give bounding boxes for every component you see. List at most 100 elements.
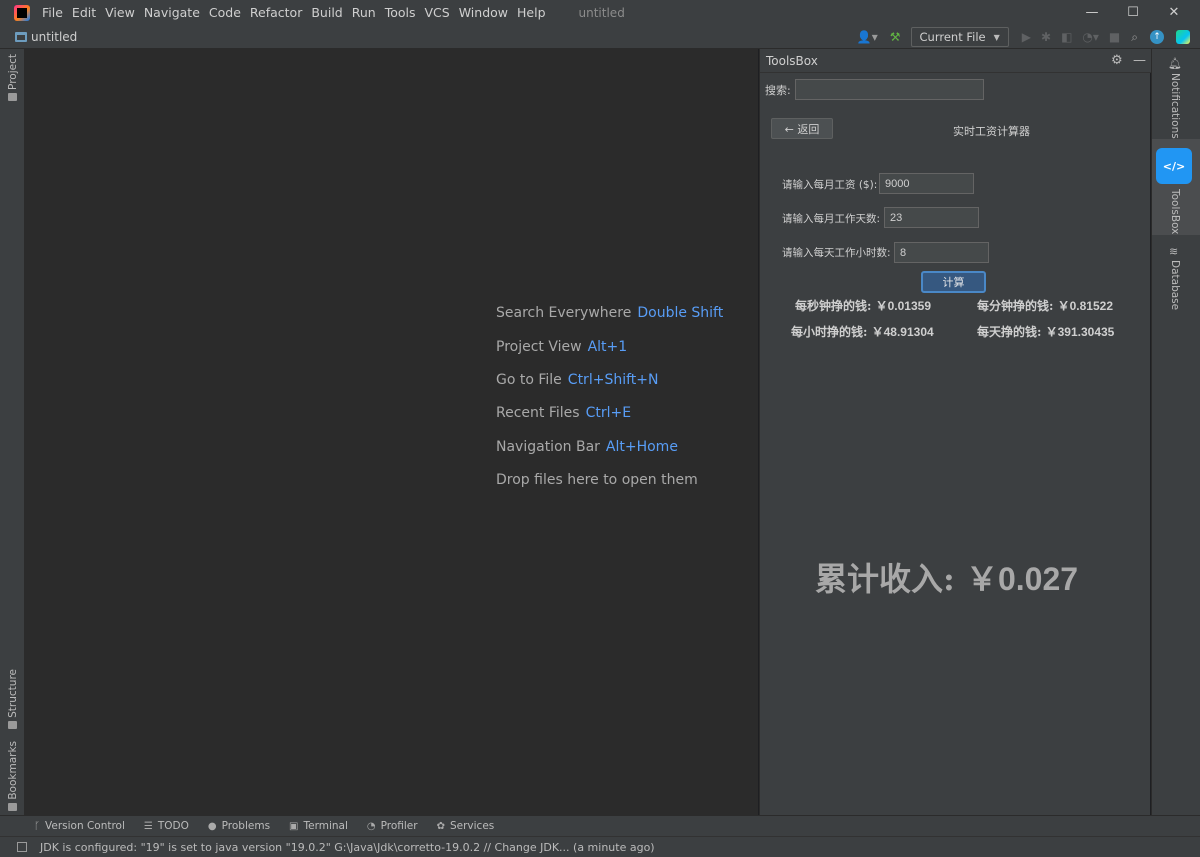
project-tool-label: Project [6, 54, 19, 90]
result-value: ￥48.91304 [871, 325, 934, 339]
run-config-selector[interactable]: Current File ▼ [910, 27, 1009, 47]
back-button[interactable]: ← 返回 [771, 118, 833, 139]
services-icon: ✿ [436, 820, 445, 832]
project-tool-tab[interactable]: Project [0, 54, 25, 104]
structure-tool-label: Structure [6, 669, 19, 718]
bookmark-icon [8, 802, 17, 811]
tab-version-control[interactable]: ᚴ Version Control [34, 820, 125, 832]
info-icon: ● [207, 820, 217, 832]
menu-view[interactable]: View [105, 5, 135, 20]
result-label: 每小时挣的钱: [791, 325, 872, 339]
breadcrumb-project[interactable]: untitled [31, 30, 77, 44]
per-second-result: 每秒钟挣的钱: ￥0.01359 [795, 297, 931, 314]
tab-problems[interactable]: ● Problems [208, 820, 270, 832]
work-days-input[interactable] [884, 207, 979, 228]
gear-icon[interactable]: ⚙ [1111, 53, 1123, 68]
window-title: untitled [578, 5, 625, 20]
stop-icon[interactable]: ■ [1109, 30, 1120, 44]
editor-area[interactable]: Search Everywhere Double Shift Project Vi… [25, 49, 758, 815]
hint-drop-files: Drop files here to open them [496, 472, 698, 488]
menu-help[interactable]: Help [517, 5, 546, 20]
work-hours-input[interactable] [894, 242, 989, 263]
calculate-button[interactable]: 计算 [921, 271, 986, 293]
hint-recent-files: Recent Files Ctrl+E [496, 405, 631, 421]
update-icon[interactable]: ↑ [1150, 30, 1164, 44]
user-icon[interactable]: 👤▾ [857, 30, 878, 44]
debug-icon[interactable]: ✱ [1041, 30, 1051, 44]
tab-label: Services [449, 820, 495, 832]
tab-label: Terminal [303, 820, 348, 832]
tab-terminal[interactable]: ▣ Terminal [289, 820, 348, 832]
result-value: ￥391.30435 [1045, 325, 1115, 339]
search-icon[interactable]: ⌕ [1131, 30, 1138, 45]
run-icon[interactable]: ▶ [1022, 30, 1031, 44]
chevron-down-icon: ▼ [993, 32, 1000, 42]
hint-navigation-bar: Navigation Bar Alt+Home [496, 439, 678, 455]
terminal-icon: ▣ [289, 820, 299, 832]
menu-navigate[interactable]: Navigate [144, 5, 200, 20]
database-tool-tab[interactable]: Database [1169, 260, 1181, 310]
hint-shortcut: Double Shift [637, 305, 724, 321]
hint-label: Navigation Bar [496, 439, 600, 455]
tab-services[interactable]: ✿ Services [437, 820, 495, 832]
toolsbox-panel: ToolsBox ⚙ — 搜索: ← 返回 实时工资计算器 请输入每月工资 ($… [759, 49, 1151, 815]
tab-profiler[interactable]: ◔ Profiler [367, 820, 418, 832]
build-hammer-icon[interactable]: ⚒ [890, 30, 901, 44]
total-income: 累计收入: ￥0.027 [815, 554, 1078, 600]
hint-shortcut: Alt+Home [605, 439, 678, 455]
menu-tools[interactable]: Tools [385, 5, 416, 20]
per-hour-result: 每小时挣的钱: ￥48.91304 [791, 323, 934, 340]
layout-toggle-icon[interactable] [17, 842, 27, 852]
status-message[interactable]: JDK is configured: "19" is set to java v… [40, 841, 655, 854]
tab-label: Version Control [45, 820, 125, 832]
hint-go-to-file: Go to File Ctrl+Shift+N [496, 372, 658, 388]
tab-label: TODO [157, 820, 189, 832]
coverage-icon[interactable]: ◧ [1061, 30, 1072, 44]
minimize-icon[interactable]: — [1072, 0, 1112, 25]
menu-refactor[interactable]: Refactor [250, 5, 302, 20]
maximize-icon[interactable]: ☐ [1113, 0, 1153, 25]
toolsbox-code-icon[interactable]: </> [1156, 148, 1192, 184]
menu-edit[interactable]: Edit [72, 5, 96, 20]
menu-run[interactable]: Run [352, 5, 376, 20]
project-folder-icon [15, 31, 27, 42]
menu-window[interactable]: Window [459, 5, 508, 20]
status-bar: JDK is configured: "19" is set to java v… [0, 836, 1200, 857]
intellij-logo-icon [14, 4, 30, 21]
per-minute-result: 每分钟挣的钱: ￥0.81522 [977, 297, 1113, 314]
right-tool-strip: 🔔︎ Notifications </> ToolsBox ≋ Database [1151, 49, 1200, 815]
hint-label: Recent Files [496, 405, 580, 421]
menu-file[interactable]: File [42, 5, 63, 20]
toolsbox-header: ToolsBox ⚙ — [760, 49, 1151, 73]
bookmarks-tool-tab[interactable]: Bookmarks [0, 741, 25, 814]
work-hours-label: 请输入每天工作小时数: [782, 247, 891, 259]
monthly-salary-label: 请输入每月工资 ($): [782, 179, 878, 191]
calculator-title: 实时工资计算器 [953, 125, 1030, 138]
tab-todo[interactable]: ☰ TODO [144, 820, 189, 832]
hint-search-everywhere: Search Everywhere Double Shift [496, 305, 723, 321]
branch-icon: ᚴ [34, 820, 40, 832]
bell-icon: 🔔︎ [1168, 57, 1182, 70]
profile-icon[interactable]: ◔▾ [1082, 30, 1099, 44]
total-income-label: 累计收入: [815, 560, 966, 598]
menu-build[interactable]: Build [311, 5, 342, 20]
notifications-tool-tab[interactable]: Notifications [1169, 73, 1181, 139]
hint-label: Project View [496, 339, 582, 355]
navigation-bar: untitled 👤▾ ⚒ Current File ▼ ▶ ✱ ◧ ◔▾ ■ … [0, 25, 1200, 49]
result-value: ￥0.81522 [1057, 299, 1113, 313]
structure-tool-tab[interactable]: Structure [0, 669, 25, 732]
monthly-salary-input[interactable] [879, 173, 974, 194]
result-label: 每天挣的钱: [977, 325, 1046, 339]
hide-panel-icon[interactable]: — [1133, 53, 1146, 68]
left-tool-strip: Project Structure Bookmarks [0, 49, 25, 815]
menu-vcs[interactable]: VCS [425, 5, 450, 20]
toolsbox-title: ToolsBox [766, 53, 818, 68]
jetbrains-toolbox-icon[interactable] [1176, 30, 1190, 44]
search-input[interactable] [795, 79, 984, 100]
menu-code[interactable]: Code [209, 5, 241, 20]
total-income-value: ￥0.027 [965, 561, 1079, 597]
tab-label: Problems [221, 820, 271, 832]
hint-label: Drop files here to open them [496, 472, 698, 488]
structure-icon [8, 720, 17, 729]
close-icon[interactable]: ✕ [1154, 0, 1194, 25]
